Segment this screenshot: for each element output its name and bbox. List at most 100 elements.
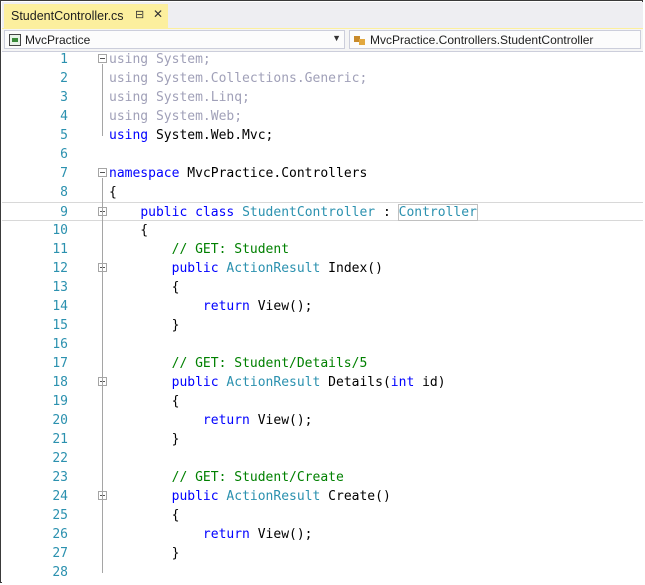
editor-window: StudentController.cs ⊟ ✕ MvcPractice ▼ M… (0, 0, 643, 583)
code-token: : (375, 205, 399, 220)
line-number: 8 (60, 185, 68, 200)
navigation-bar: MvcPractice ▼ MvcPractice.Controllers.St… (2, 29, 643, 52)
code-text: // GET: Student (109, 240, 289, 259)
code-text: using System.Linq; (109, 88, 250, 107)
code-line[interactable]: 27 } (2, 544, 643, 563)
code-text: // GET: Student/Details/5 (109, 354, 368, 373)
code-line[interactable]: 23 // GET: Student/Create (2, 468, 643, 487)
close-icon[interactable]: ✕ (153, 7, 163, 21)
code-line[interactable]: 16 (2, 335, 643, 354)
code-line[interactable]: 2 using System.Collections.Generic; (2, 69, 643, 88)
line-number: 22 (52, 451, 68, 466)
code-line[interactable]: 26 return View(); (2, 525, 643, 544)
code-line[interactable]: 8{ (2, 183, 643, 202)
line-number: 21 (52, 432, 68, 447)
line-number: 13 (52, 280, 68, 295)
code-line[interactable]: 4 using System.Web; (2, 107, 643, 126)
code-editor[interactable]: 1 using System; 2 using System.Collections.… (2, 52, 643, 583)
line-number: 28 (52, 565, 68, 580)
code-line[interactable]: 19 { (2, 392, 643, 411)
code-type: StudentController (242, 205, 376, 220)
line-number: 12 (52, 261, 68, 276)
code-keyword: namespace (109, 166, 180, 181)
line-number: 26 (52, 527, 68, 542)
code-keyword: using (109, 128, 149, 143)
code-text: using System.Web; (109, 107, 242, 126)
text-caret (476, 204, 478, 219)
code-line[interactable]: 11 // GET: Student (2, 240, 643, 259)
code-token: View(); (249, 527, 313, 542)
code-line[interactable]: 18 public ActionResult Details(int id) (2, 373, 643, 392)
collapse-icon[interactable] (98, 168, 107, 177)
code-text: return View(); (109, 525, 313, 544)
code-line[interactable]: 15 } (2, 316, 643, 335)
code-line[interactable]: 28 (2, 563, 643, 582)
code-keyword: public (171, 489, 219, 504)
tab-student-controller[interactable]: StudentController.cs ⊟ ✕ (4, 4, 168, 28)
code-line[interactable]: 12 public ActionResult Index() (2, 259, 643, 278)
project-icon (9, 33, 21, 46)
line-number: 17 (52, 356, 68, 371)
code-keyword: public (171, 261, 219, 276)
code-line[interactable]: 3 using System.Linq; (2, 88, 643, 107)
line-number: 27 (52, 546, 68, 561)
code-token: using (109, 52, 149, 67)
code-line[interactable]: 1 using System; (2, 52, 643, 69)
code-comment: // GET: Student (171, 242, 290, 257)
code-keyword: public (140, 205, 188, 220)
line-number: 3 (60, 90, 68, 105)
code-token: System.Web; (148, 109, 243, 124)
line-number: 20 (52, 413, 68, 428)
code-text: using System.Web.Mvc; (109, 126, 273, 145)
code-line[interactable]: 6 (2, 145, 643, 164)
code-line[interactable]: 10 { (2, 221, 643, 240)
code-line[interactable]: 20 return View(); (2, 411, 643, 430)
code-token: { (109, 394, 180, 409)
code-text: public class StudentController : Control… (109, 203, 478, 222)
code-text: using System; (109, 52, 211, 69)
code-token: { (109, 185, 117, 200)
code-text: using System.Collections.Generic; (109, 69, 367, 88)
outlining-guide (102, 64, 103, 136)
pin-icon[interactable]: ⊟ (135, 8, 144, 21)
code-token: System.Web.Mvc; (148, 128, 274, 143)
code-line[interactable]: 21 } (2, 430, 643, 449)
code-token: { (109, 280, 180, 295)
collapse-icon[interactable] (98, 54, 107, 63)
code-text: namespace MvcPractice.Controllers (109, 164, 367, 183)
document-tab-bar: StudentController.cs ⊟ ✕ (2, 2, 643, 30)
code-line[interactable]: 9 public class StudentController : Contr… (2, 202, 643, 221)
project-dropdown[interactable]: MvcPractice ▼ (4, 30, 345, 49)
line-number: 5 (60, 128, 68, 143)
line-number: 15 (52, 318, 68, 333)
code-text: return View(); (109, 297, 313, 316)
code-token: System.Linq; (148, 90, 250, 105)
code-line[interactable]: 25 { (2, 506, 643, 525)
type-dropdown[interactable]: MvcPractice.Controllers.StudentControlle… (349, 30, 641, 49)
code-text: public ActionResult Create() (109, 487, 391, 506)
code-line[interactable]: 13 { (2, 278, 643, 297)
code-token: System.Collections.Generic; (148, 71, 368, 86)
code-token: Details( (320, 375, 391, 390)
code-type: ActionResult (226, 489, 321, 504)
outlining-guide (102, 216, 103, 573)
code-text: { (109, 506, 180, 525)
code-keyword: return (202, 299, 250, 314)
code-line[interactable]: 17 // GET: Student/Details/5 (2, 354, 643, 373)
line-number: 16 (52, 337, 68, 352)
code-text: { (109, 183, 117, 202)
code-line[interactable]: 5 using System.Web.Mvc; (2, 126, 643, 145)
code-token: { (109, 508, 180, 523)
code-line[interactable]: 7 namespace MvcPractice.Controllers (2, 164, 643, 183)
code-line[interactable]: 24 public ActionResult Create() (2, 487, 643, 506)
tab-title: StudentController.cs (11, 9, 124, 23)
code-line[interactable]: 14 return View(); (2, 297, 643, 316)
code-token: View(); (249, 299, 313, 314)
code-type: ActionResult (226, 375, 321, 390)
code-token: { (109, 223, 149, 238)
code-line[interactable]: 22 (2, 449, 643, 468)
code-text: // GET: Student/Create (109, 468, 344, 487)
